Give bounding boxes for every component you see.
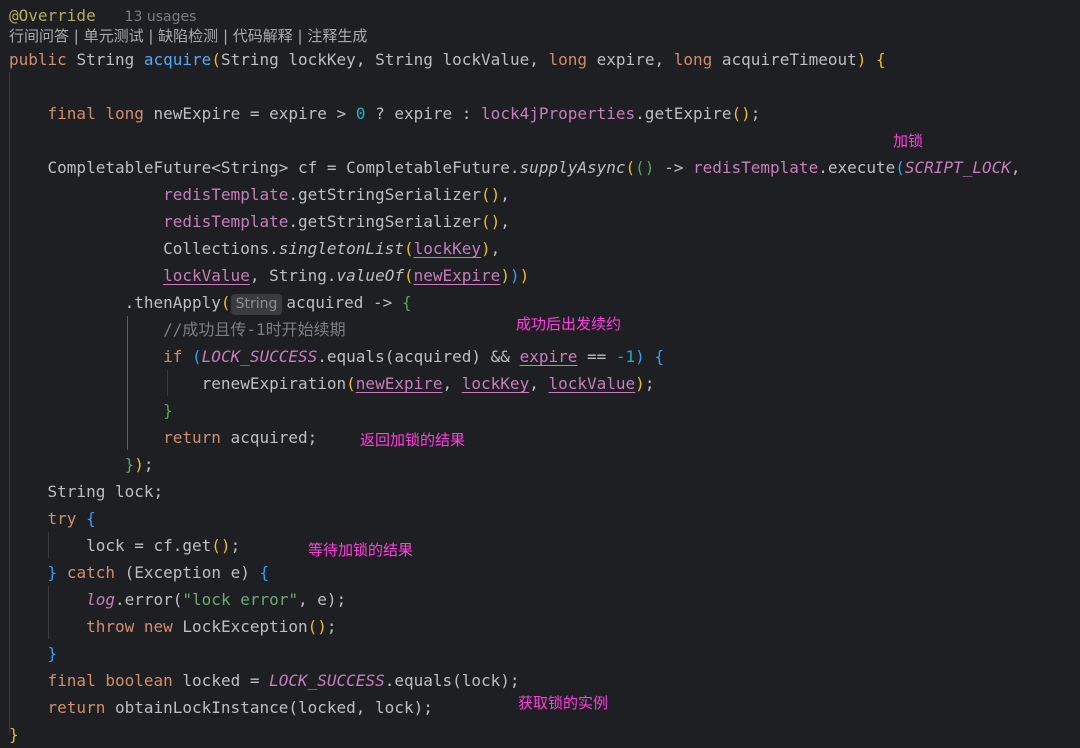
code-line-serializer-1[interactable]: redisTemplate.getStringSerializer(), [9,181,510,208]
note-success-renew: 成功后出发续约 [516,315,622,333]
code-line-lock-value[interactable]: lockValue, String.valueOf(newExpire))) [9,262,529,289]
code-line-throw[interactable]: throw new LockException(); [9,613,336,640]
code-line-comment[interactable]: //成功且传-1时开始续期 [9,316,346,343]
code-line-if[interactable]: if (LOCK_SUCCESS.equals(acquired) && exp… [9,343,664,370]
code-line-signature[interactable]: public String acquire(String lockKey, St… [9,46,886,73]
code-line-lock-get[interactable]: lock = cf.get(); [9,532,240,559]
code-line-catch-close[interactable]: } [9,640,58,667]
code-line-return-acquired[interactable]: return acquired; [9,424,317,451]
code-line-then-close[interactable]: }); [9,451,154,478]
parameter-type-hint: String [230,294,283,315]
note-return-result: 返回加锁的结果 [360,431,466,449]
code-line-return-instance[interactable]: return obtainLockInstance(locked, lock); [9,694,433,721]
note-lock: 加锁 [893,132,924,150]
code-line-catch[interactable]: } catch (Exception e) { [9,559,270,586]
code-line-log-error[interactable]: log.error("lock error", e); [9,586,346,613]
code-line-completable-future[interactable]: CompletableFuture<String> cf = Completab… [9,154,1021,181]
note-get-instance: 获取锁的实例 [518,694,609,712]
code-line-if-close[interactable]: } [9,397,173,424]
codelens-actions[interactable]: 行间问答 | 单元测试 | 缺陷检测 | 代码解释 | 注释生成 [9,27,367,45]
code-line-renew[interactable]: renewExpiration(newExpire, lockKey, lock… [9,370,655,397]
code-comment: //成功且传-1时开始续期 [163,320,346,339]
code-line-serializer-2[interactable]: redisTemplate.getStringSerializer(), [9,208,510,235]
code-line-locked[interactable]: final boolean locked = LOCK_SUCCESS.equa… [9,667,520,694]
code-line-try[interactable]: try { [9,505,96,532]
code-line-collections[interactable]: Collections.singletonList(lockKey), [9,235,500,262]
codelens-bar[interactable]: 行间问答 | 单元测试 | 缺陷检测 | 代码解释 | 注释生成 [9,22,367,49]
code-line-string-lock[interactable]: String lock; [9,478,164,505]
code-line-then-apply[interactable]: .thenApply(String acquired -> { [9,289,412,316]
code-editor[interactable]: { "header": { "annotation": "@Override",… [0,0,1080,744]
code-line-new-expire[interactable]: final long newExpire = expire > 0 ? expi… [9,100,761,127]
note-wait-result: 等待加锁的结果 [308,541,414,559]
